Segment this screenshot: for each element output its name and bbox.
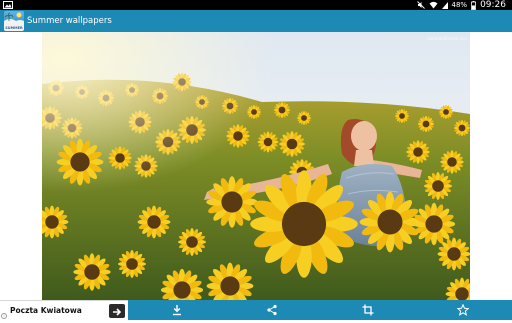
app-logo-caption: SUMMER <box>4 26 24 31</box>
share-button[interactable] <box>262 300 282 320</box>
wallpaper-preview[interactable]: www.wallbeast.com <box>42 32 470 300</box>
clock: 09:26 <box>480 0 506 10</box>
crop-icon <box>362 304 374 316</box>
sunflower <box>177 227 207 257</box>
ad-banner[interactable]: i Poczta Kwiatowa <box>0 300 128 320</box>
screenshot-icon <box>3 1 13 9</box>
battery-icon <box>471 0 476 10</box>
battery-percent: 48% <box>451 1 468 9</box>
sunflower <box>412 202 456 246</box>
star-icon <box>457 304 469 316</box>
signal-icon <box>441 2 448 9</box>
wifi-icon <box>429 1 437 9</box>
app-logo[interactable]: SUMMER <box>4 11 24 31</box>
sunflower <box>206 176 258 228</box>
sunflower <box>437 237 470 271</box>
watermark: www.wallbeast.com <box>427 36 467 41</box>
wallpaper-image: www.wallbeast.com <box>42 32 470 300</box>
arrow-right-icon[interactable] <box>109 304 125 318</box>
sunflower <box>359 191 421 253</box>
sunflower <box>137 205 171 239</box>
share-icon <box>267 304 277 316</box>
sunflower <box>250 170 358 278</box>
download-icon <box>173 305 181 316</box>
favorite-button[interactable] <box>453 300 473 320</box>
ad-advertiser-name: Poczta Kwiatowa <box>10 306 82 315</box>
mute-icon <box>416 1 425 9</box>
sunflower <box>73 253 111 291</box>
sunflower <box>118 249 146 279</box>
bottom-bar: i Poczta Kwiatowa <box>0 300 512 320</box>
app-bar: SUMMER Summer wallpapers <box>0 10 512 32</box>
status-bar: 48% 09:26 <box>0 0 512 10</box>
crop-button[interactable] <box>358 300 378 320</box>
sunflower <box>56 138 104 186</box>
app-title: Summer wallpapers <box>27 16 112 26</box>
download-button[interactable] <box>167 300 187 320</box>
ad-info-icon[interactable]: i <box>1 313 7 319</box>
sunflower <box>108 146 132 170</box>
